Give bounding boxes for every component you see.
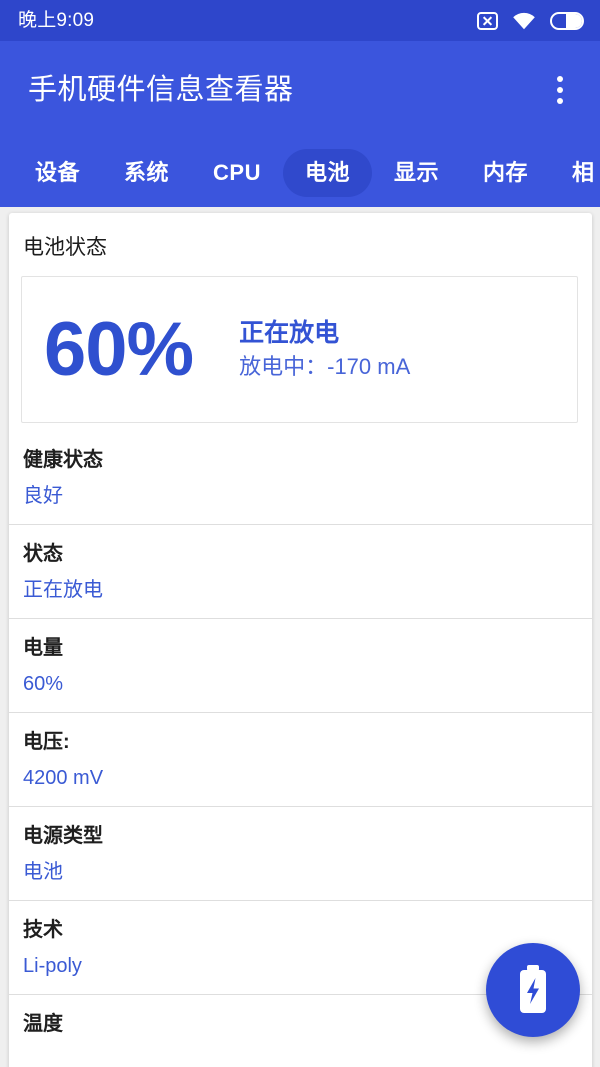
row-value: 60% (23, 673, 64, 696)
tab-bar[interactable]: 设备 系统 CPU 电池 显示 内存 相 (0, 139, 600, 207)
row-label: 技术 (23, 919, 63, 942)
card-title: 电池状态 (23, 236, 107, 259)
info-row: 电量 60% (9, 619, 592, 714)
battery-summary-box: 60% 正在放电 放电中：-170 mA (21, 276, 578, 424)
status-bar-icons (477, 11, 584, 30)
phone-screen: 晚上9:09 手机硬件信息查看器 设备 系统 CPU 电池 显示 内存相 电池状态 60% (0, 0, 600, 1067)
row-value: 良好 (23, 485, 63, 508)
row-label: 电压: (23, 731, 70, 754)
tab-4[interactable]: 显示 (372, 149, 461, 197)
battery-summary-texts: 正在放电 放电中：-170 mA (239, 318, 411, 380)
more-vertical-icon[interactable] (542, 68, 578, 112)
wifi-icon (512, 12, 536, 30)
tab-label: 电池 (304, 160, 350, 185)
battery-card: 电池状态 60% 正在放电 放电中：-170 mA 健康状态 良好 状态 正在放电 电量… (9, 213, 592, 1067)
app-bar: 手机硬件信息查看器 (0, 41, 600, 139)
battery-charging-fab[interactable] (486, 943, 580, 1037)
content-area: 电池状态 60% 正在放电 放电中：-170 mA 健康状态 良好 状态 正在放电 电量… (0, 207, 600, 1067)
row-label: 电量 (23, 637, 63, 660)
tab-5[interactable]: 内存 (461, 149, 550, 197)
row-value: 电池 (23, 861, 63, 884)
status-bar: 晚上9:09 (0, 0, 600, 41)
row-label: 电源类型 (23, 825, 103, 848)
tab-0[interactable]: 设备 (13, 149, 102, 197)
x-box-icon (477, 11, 498, 30)
battery-icon (550, 11, 584, 30)
tab-label: CPU (213, 160, 261, 185)
row-value: 正在放电 (23, 579, 103, 602)
tab-2[interactable]: CPU (191, 149, 283, 197)
page-title: 手机硬件信息查看器 (28, 73, 294, 106)
info-row: 电源类型 电池 (9, 807, 592, 902)
tab-label: 相 (572, 160, 595, 185)
tab-3[interactable]: 电池 (282, 149, 372, 197)
battery-charging-icon (520, 965, 546, 1013)
dot (557, 98, 563, 104)
row-value: 4200 mV (23, 767, 104, 790)
row-label: 状态 (23, 543, 63, 566)
row-label: 健康状态 (23, 449, 103, 472)
tab-label: 设备 (35, 160, 81, 185)
tab-label: 内存 (483, 160, 529, 185)
tab-label: 显示 (394, 160, 440, 185)
tab-6[interactable]: 相 (550, 149, 600, 197)
battery-state: 正在放电 (239, 318, 340, 347)
battery-current-detail: 放电中：-170 mA (239, 354, 411, 380)
tab-1[interactable]: 系统 (102, 149, 191, 197)
battery-percent: 60% (44, 306, 194, 392)
info-row: 健康状态 良好 (9, 431, 592, 526)
tab-label: 系统 (124, 160, 170, 185)
dot (557, 87, 563, 93)
info-row: 电压: 4200 mV (9, 713, 592, 808)
dot (557, 76, 563, 82)
info-row: 状态 正在放电 (9, 525, 592, 620)
status-bar-clock: 晚上9:09 (18, 10, 95, 31)
